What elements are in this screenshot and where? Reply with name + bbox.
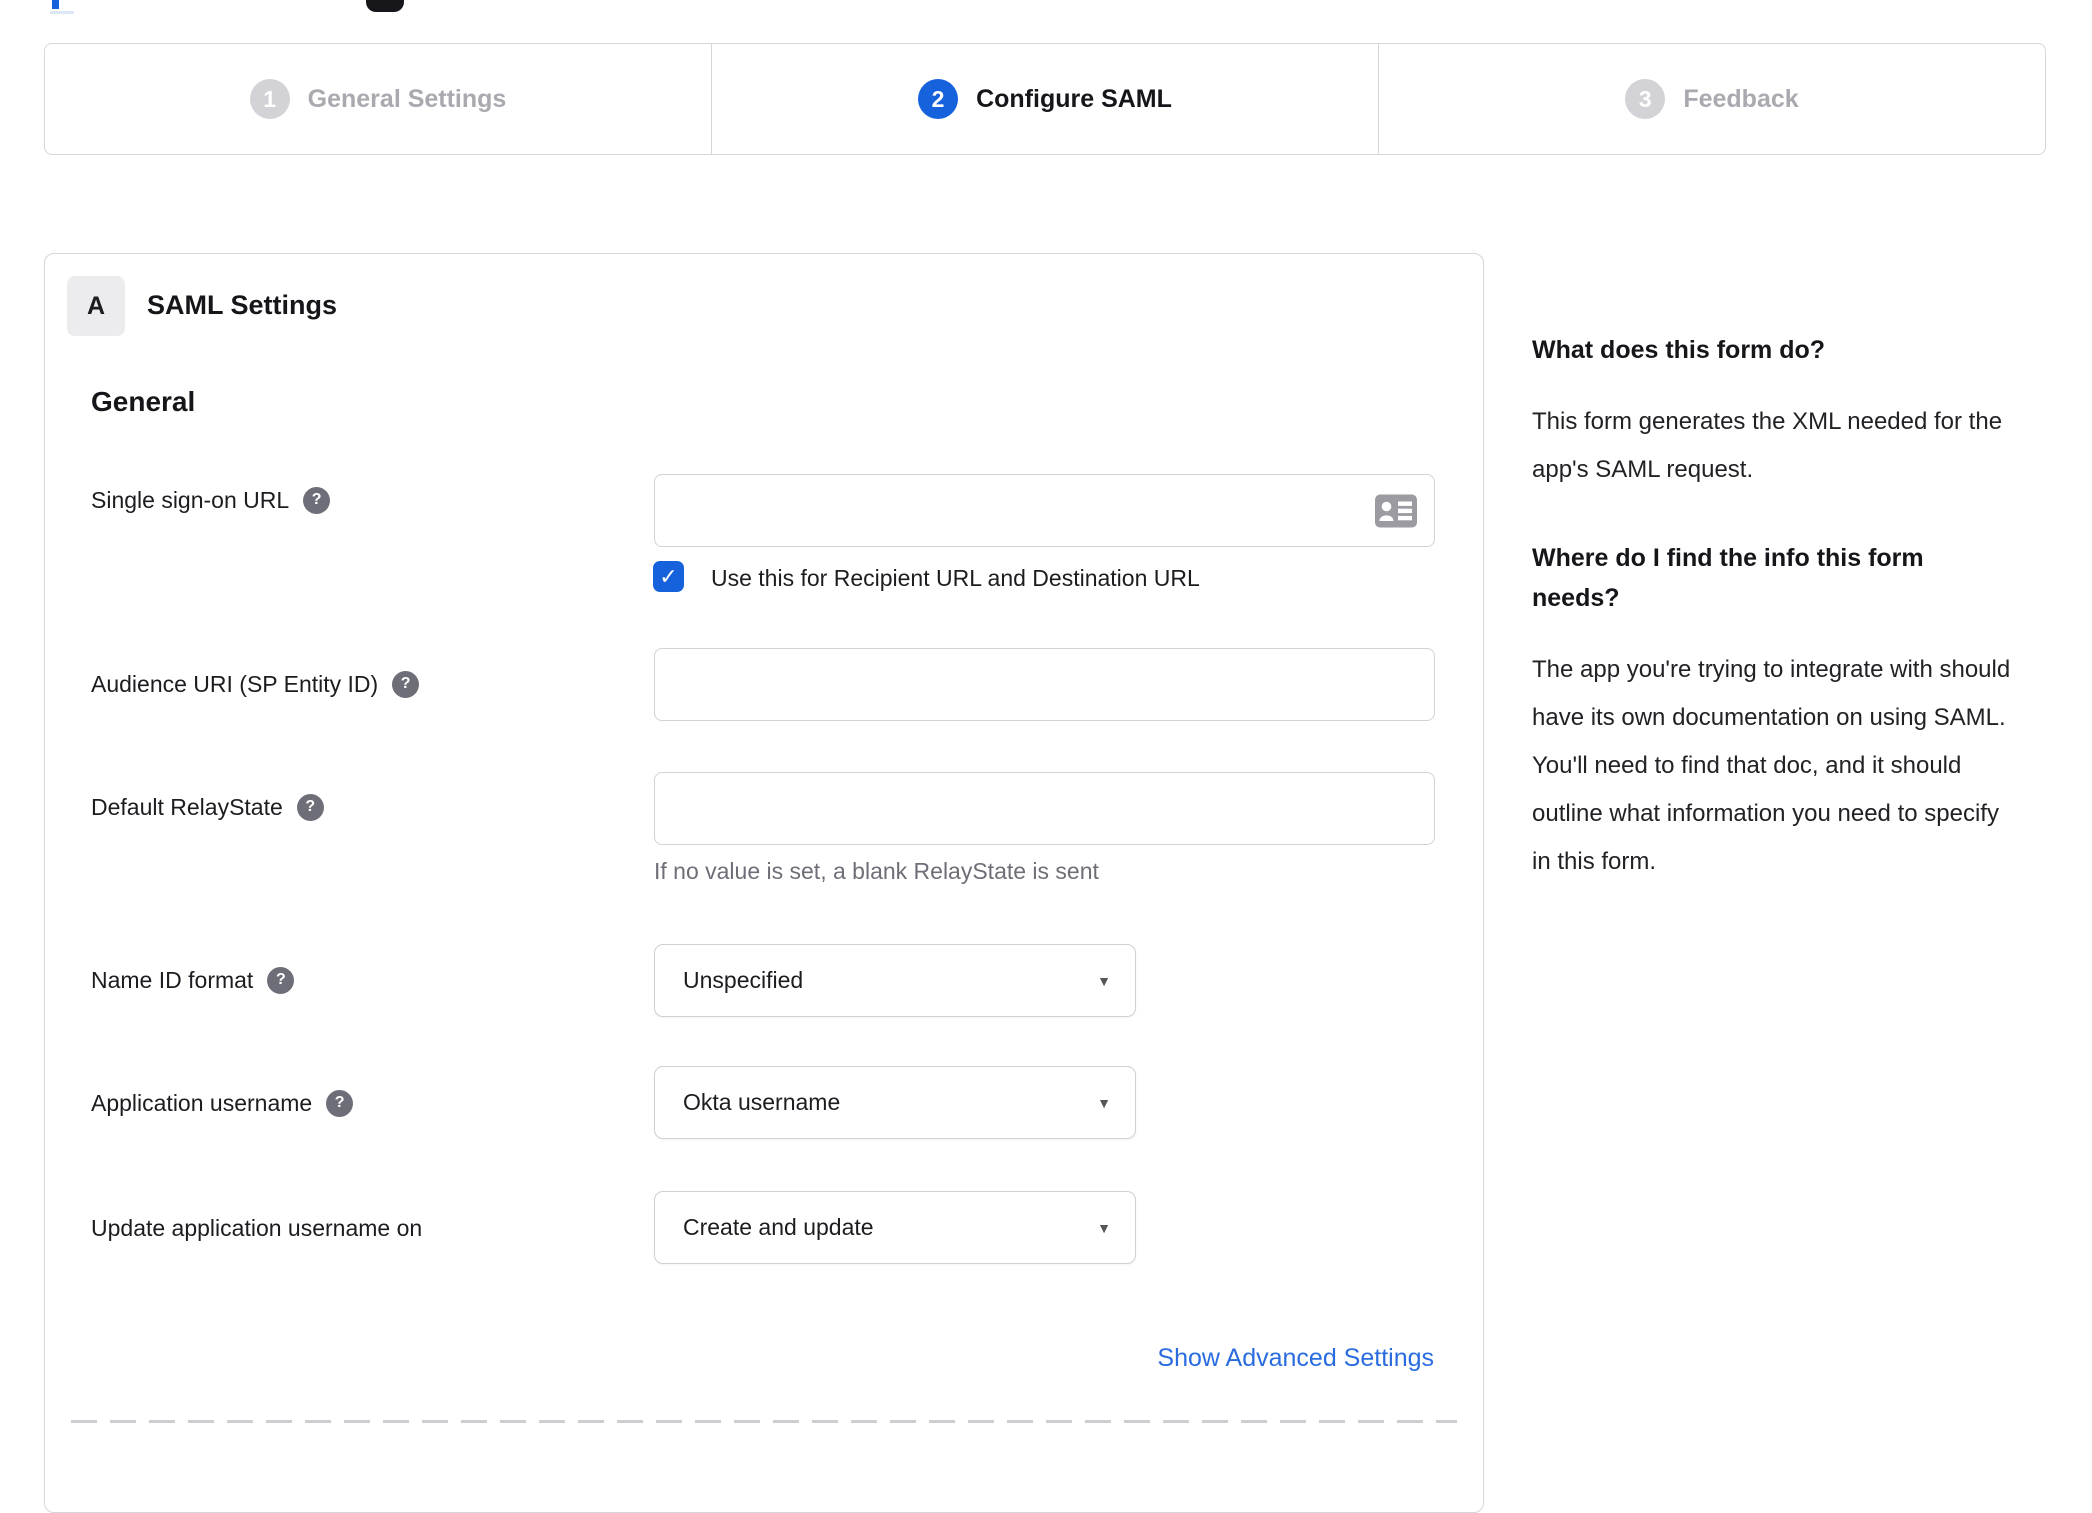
sidebar-heading-what: What does this form do?: [1532, 336, 1826, 364]
recipient-url-checkbox[interactable]: ✓: [653, 561, 684, 592]
name-id-format-label: Name ID format: [91, 967, 254, 993]
sso-url-label-row: Single sign-on URL ?: [91, 485, 331, 515]
chevron-down-icon: ▼: [1097, 1219, 1111, 1236]
section-a-badge: A: [67, 276, 125, 336]
relay-state-hint: If no value is set, a blank RelayState i…: [654, 858, 1099, 884]
relay-state-label: Default RelayState: [91, 794, 283, 820]
name-id-format-select[interactable]: Unspecified ▼: [654, 944, 1136, 1017]
sso-url-input[interactable]: [654, 474, 1435, 547]
relay-state-input-wrap: [654, 772, 1435, 845]
sidebar-paragraph-what: This form generates the XML needed for t…: [1532, 408, 2003, 483]
audience-uri-label: Audience URI (SP Entity ID): [91, 671, 379, 697]
update-username-label: Update application username on: [91, 1215, 423, 1241]
app-username-label: Application username: [91, 1090, 313, 1116]
step-label: Configure SAML: [976, 84, 1172, 113]
help-icon[interactable]: ?: [296, 793, 324, 821]
step-number-badge: 3: [1625, 79, 1666, 119]
help-icon[interactable]: ?: [303, 486, 331, 514]
audience-uri-input-wrap: [654, 648, 1435, 721]
saml-settings-panel: A SAML Settings General Single sign-on U…: [44, 253, 1484, 1513]
contact-card-icon: [1375, 494, 1417, 527]
app-username-value: Okta username: [683, 1089, 841, 1115]
step-number-badge: 1: [249, 79, 290, 119]
name-id-format-label-row: Name ID format ?: [91, 965, 295, 995]
update-username-select[interactable]: Create and update ▼: [654, 1191, 1136, 1264]
general-section-heading: General: [91, 386, 196, 417]
help-icon[interactable]: ?: [392, 670, 420, 698]
step-label: Feedback: [1683, 84, 1799, 113]
wizard-step-configure-saml[interactable]: 2 Configure SAML: [711, 44, 1378, 154]
recipient-url-checkbox-label: Use this for Recipient URL and Destinati…: [711, 565, 1200, 591]
relay-state-label-row: Default RelayState ?: [91, 792, 324, 822]
help-icon[interactable]: ?: [326, 1089, 354, 1117]
chevron-down-icon: ▼: [1097, 972, 1111, 989]
chevron-down-icon: ▼: [1097, 1094, 1111, 1111]
sso-url-input-wrap: [654, 474, 1435, 547]
cutoff-dark-artifact: [366, 0, 404, 12]
dashed-divider: [71, 1420, 1457, 1423]
update-username-value: Create and update: [683, 1214, 874, 1240]
app-username-select[interactable]: Okta username ▼: [654, 1066, 1136, 1139]
sidebar-heading-where: Where do I find the info this form needs…: [1532, 544, 1924, 612]
help-sidebar: What does this form do? This form genera…: [1532, 330, 2018, 930]
setup-wizard-steps: 1 General Settings 2 Configure SAML 3 Fe…: [44, 43, 2046, 155]
cutoff-blue-artifact: [52, 0, 59, 9]
step-label: General Settings: [307, 84, 507, 113]
relay-state-input[interactable]: [654, 772, 1435, 845]
update-username-label-row: Update application username on: [91, 1213, 422, 1243]
show-advanced-settings-link[interactable]: Show Advanced Settings: [1157, 1344, 1434, 1373]
name-id-format-value: Unspecified: [683, 967, 804, 993]
sso-url-label: Single sign-on URL: [91, 487, 290, 513]
sidebar-paragraph-where: The app you're trying to integrate with …: [1532, 656, 2011, 875]
panel-title: SAML Settings: [147, 290, 338, 320]
app-username-label-row: Application username ?: [91, 1088, 354, 1118]
cutoff-blue-faint-artifact: [50, 11, 74, 14]
wizard-step-feedback[interactable]: 3 Feedback: [1378, 44, 2045, 154]
wizard-step-general-settings[interactable]: 1 General Settings: [45, 44, 711, 154]
checkmark-icon: ✓: [659, 563, 678, 589]
help-icon[interactable]: ?: [267, 966, 295, 994]
audience-uri-input[interactable]: [654, 648, 1435, 721]
step-number-badge: 2: [918, 79, 959, 119]
audience-uri-label-row: Audience URI (SP Entity ID) ?: [91, 669, 420, 699]
